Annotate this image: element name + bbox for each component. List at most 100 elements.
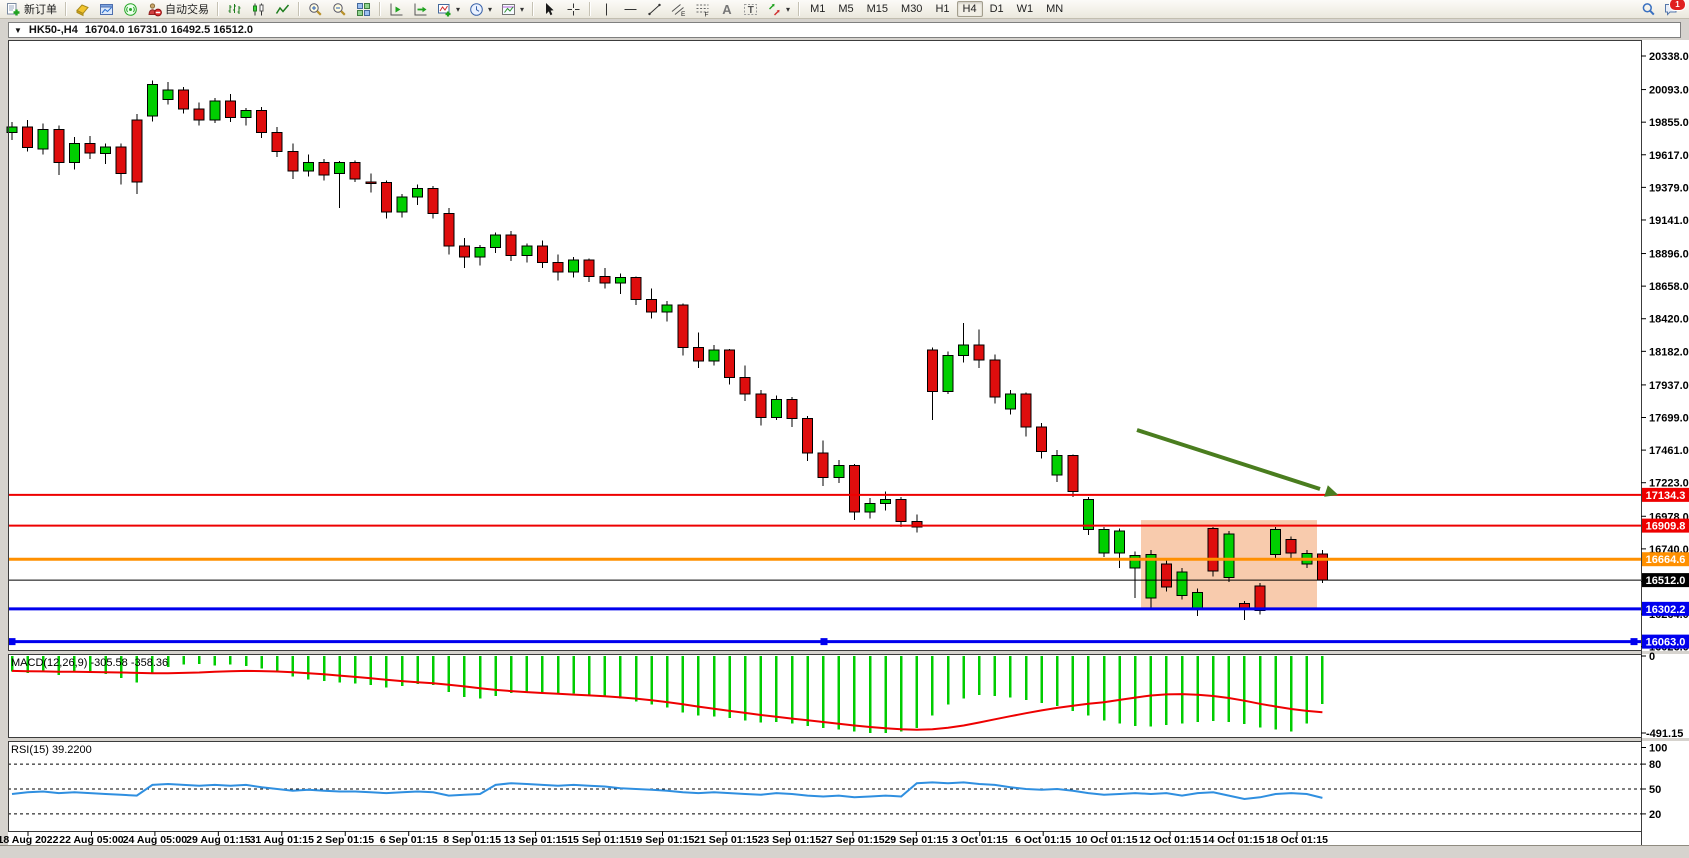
horizontal-line-icon (623, 2, 638, 17)
bar-chart-button[interactable] (223, 1, 246, 18)
autotrading-label: 自动交易 (165, 1, 209, 17)
svg-text:24 Aug 05:00: 24 Aug 05:00 (123, 834, 188, 846)
svg-text:15 Sep 01:15: 15 Sep 01:15 (567, 834, 631, 846)
svg-text:16909.8: 16909.8 (1646, 521, 1686, 533)
svg-text:18896.0: 18896.0 (1649, 249, 1689, 261)
svg-text:20: 20 (1649, 809, 1661, 821)
templates-button[interactable]: ▾ (497, 1, 528, 18)
new-chart-button[interactable] (95, 1, 118, 18)
toolbar-separator (298, 2, 300, 16)
horizontal-line-button[interactable] (619, 1, 642, 18)
svg-text:18 Aug 2022: 18 Aug 2022 (0, 834, 59, 846)
svg-text:20093.0: 20093.0 (1649, 85, 1689, 97)
add-indicator-button[interactable]: ▾ (433, 1, 464, 18)
timeframe-d1[interactable]: D1 (984, 1, 1010, 17)
chart-shift-button[interactable] (409, 1, 432, 18)
line-handle[interactable] (1631, 638, 1638, 645)
equidistant-channel-button[interactable]: E (667, 1, 690, 18)
svg-text:19 Sep 01:15: 19 Sep 01:15 (631, 834, 695, 846)
timeframe-w1[interactable]: W1 (1011, 1, 1040, 17)
svg-text:8 Sep 01:15: 8 Sep 01:15 (443, 834, 501, 846)
timeframe-h1[interactable]: H1 (929, 1, 955, 17)
toolbar-separator (217, 2, 219, 16)
arrows-button[interactable]: ▾ (763, 1, 794, 18)
auto-scroll-button[interactable] (385, 1, 408, 18)
svg-text:18182.0: 18182.0 (1649, 346, 1689, 358)
time-axis[interactable]: 18 Aug 202222 Aug 05:0024 Aug 05:0029 Au… (0, 832, 1328, 847)
svg-text:19379.0: 19379.0 (1649, 182, 1689, 194)
svg-text:27 Sep 01:15: 27 Sep 01:15 (821, 834, 885, 846)
svg-text:23 Sep 01:15: 23 Sep 01:15 (758, 834, 822, 846)
collapse-icon[interactable]: ▼ (14, 26, 22, 35)
tile-windows-button[interactable] (352, 1, 375, 18)
svg-text:16063.0: 16063.0 (1646, 637, 1686, 649)
svg-text:21 Sep 01:15: 21 Sep 01:15 (694, 834, 758, 846)
fibonacci-button[interactable]: F (691, 1, 714, 18)
svg-text:18420.0: 18420.0 (1649, 314, 1689, 326)
svg-text:-491.15: -491.15 (1646, 728, 1683, 740)
toolbar-separator (589, 2, 591, 16)
svg-text:16302.2: 16302.2 (1646, 604, 1686, 616)
svg-text:10 Oct 01:15: 10 Oct 01:15 (1076, 834, 1138, 846)
timeframe-m1[interactable]: M1 (804, 1, 831, 17)
vertical-line-icon (599, 2, 614, 17)
svg-text:13 Sep 01:15: 13 Sep 01:15 (504, 834, 568, 846)
crosshair-button[interactable] (562, 1, 585, 18)
signal-button[interactable] (119, 1, 142, 18)
tile-windows-icon (356, 2, 371, 17)
svg-text:A: A (722, 2, 732, 17)
svg-text:19617.0: 19617.0 (1649, 150, 1689, 162)
new-chart-icon (99, 2, 114, 17)
periods-button[interactable]: ▾ (465, 1, 496, 18)
metaeditor-icon (75, 2, 90, 17)
svg-text:80: 80 (1649, 759, 1661, 771)
line-handle[interactable] (821, 638, 828, 645)
templates-icon (501, 2, 516, 17)
text-label-icon: T (743, 2, 758, 17)
svg-text:MACD(12,26,9) -305.58 -358.36: MACD(12,26,9) -305.58 -358.36 (11, 657, 168, 669)
timeframe-h4[interactable]: H4 (957, 1, 983, 17)
svg-text:12 Oct 01:15: 12 Oct 01:15 (1139, 834, 1201, 846)
text-label-button[interactable]: T (739, 1, 762, 18)
zoom-out-button[interactable] (328, 1, 351, 18)
toolbar: 新订单 自动交易 ▾ ▾ (0, 0, 1689, 19)
line-chart-button[interactable] (271, 1, 294, 18)
timeframe-mn[interactable]: MN (1040, 1, 1069, 17)
notifications-button[interactable]: 1 (1664, 2, 1679, 17)
autotrading-icon (147, 2, 162, 17)
new-order-button[interactable]: 新订单 (2, 1, 61, 18)
timeframe-m5[interactable]: M5 (832, 1, 859, 17)
autotrading-button[interactable]: 自动交易 (143, 1, 213, 18)
cursor-icon (542, 2, 557, 17)
chart-canvas[interactable]: MACD(12,26,9) -305.58 -358.36RSI(15) 39.… (0, 38, 1689, 858)
toolbar-separator (798, 2, 800, 16)
dropdown-caret: ▾ (520, 5, 524, 14)
trendline-button[interactable] (643, 1, 666, 18)
text-icon: A (719, 2, 734, 17)
signal-icon (123, 2, 138, 17)
add-indicator-icon (437, 2, 452, 17)
candlestick-chart-button[interactable] (247, 1, 270, 18)
text-button[interactable]: A (715, 1, 738, 18)
svg-text:19855.0: 19855.0 (1649, 117, 1689, 129)
candlestick-chart-icon (251, 2, 266, 17)
line-handle[interactable] (9, 638, 16, 645)
notification-badge: 1 (1669, 0, 1686, 11)
chart-title-bar: ▼ HK50-,H4 16704.0 16731.0 16492.5 16512… (8, 22, 1681, 38)
metaeditor-button[interactable] (71, 1, 94, 18)
svg-text:6 Sep 01:15: 6 Sep 01:15 (380, 834, 438, 846)
arrows-icon (767, 2, 782, 17)
timeframe-m15[interactable]: M15 (861, 1, 894, 17)
line-chart-icon (275, 2, 290, 17)
svg-text:100: 100 (1649, 743, 1667, 755)
svg-text:F: F (705, 11, 709, 17)
vertical-line-button[interactable] (595, 1, 618, 18)
svg-text:16664.6: 16664.6 (1646, 554, 1686, 566)
search-icon[interactable] (1641, 2, 1656, 17)
svg-text:17461.0: 17461.0 (1649, 445, 1689, 457)
timeframe-m30[interactable]: M30 (895, 1, 928, 17)
svg-text:E: E (681, 11, 686, 17)
svg-text:18658.0: 18658.0 (1649, 281, 1689, 293)
cursor-button[interactable] (538, 1, 561, 18)
zoom-in-button[interactable] (304, 1, 327, 18)
